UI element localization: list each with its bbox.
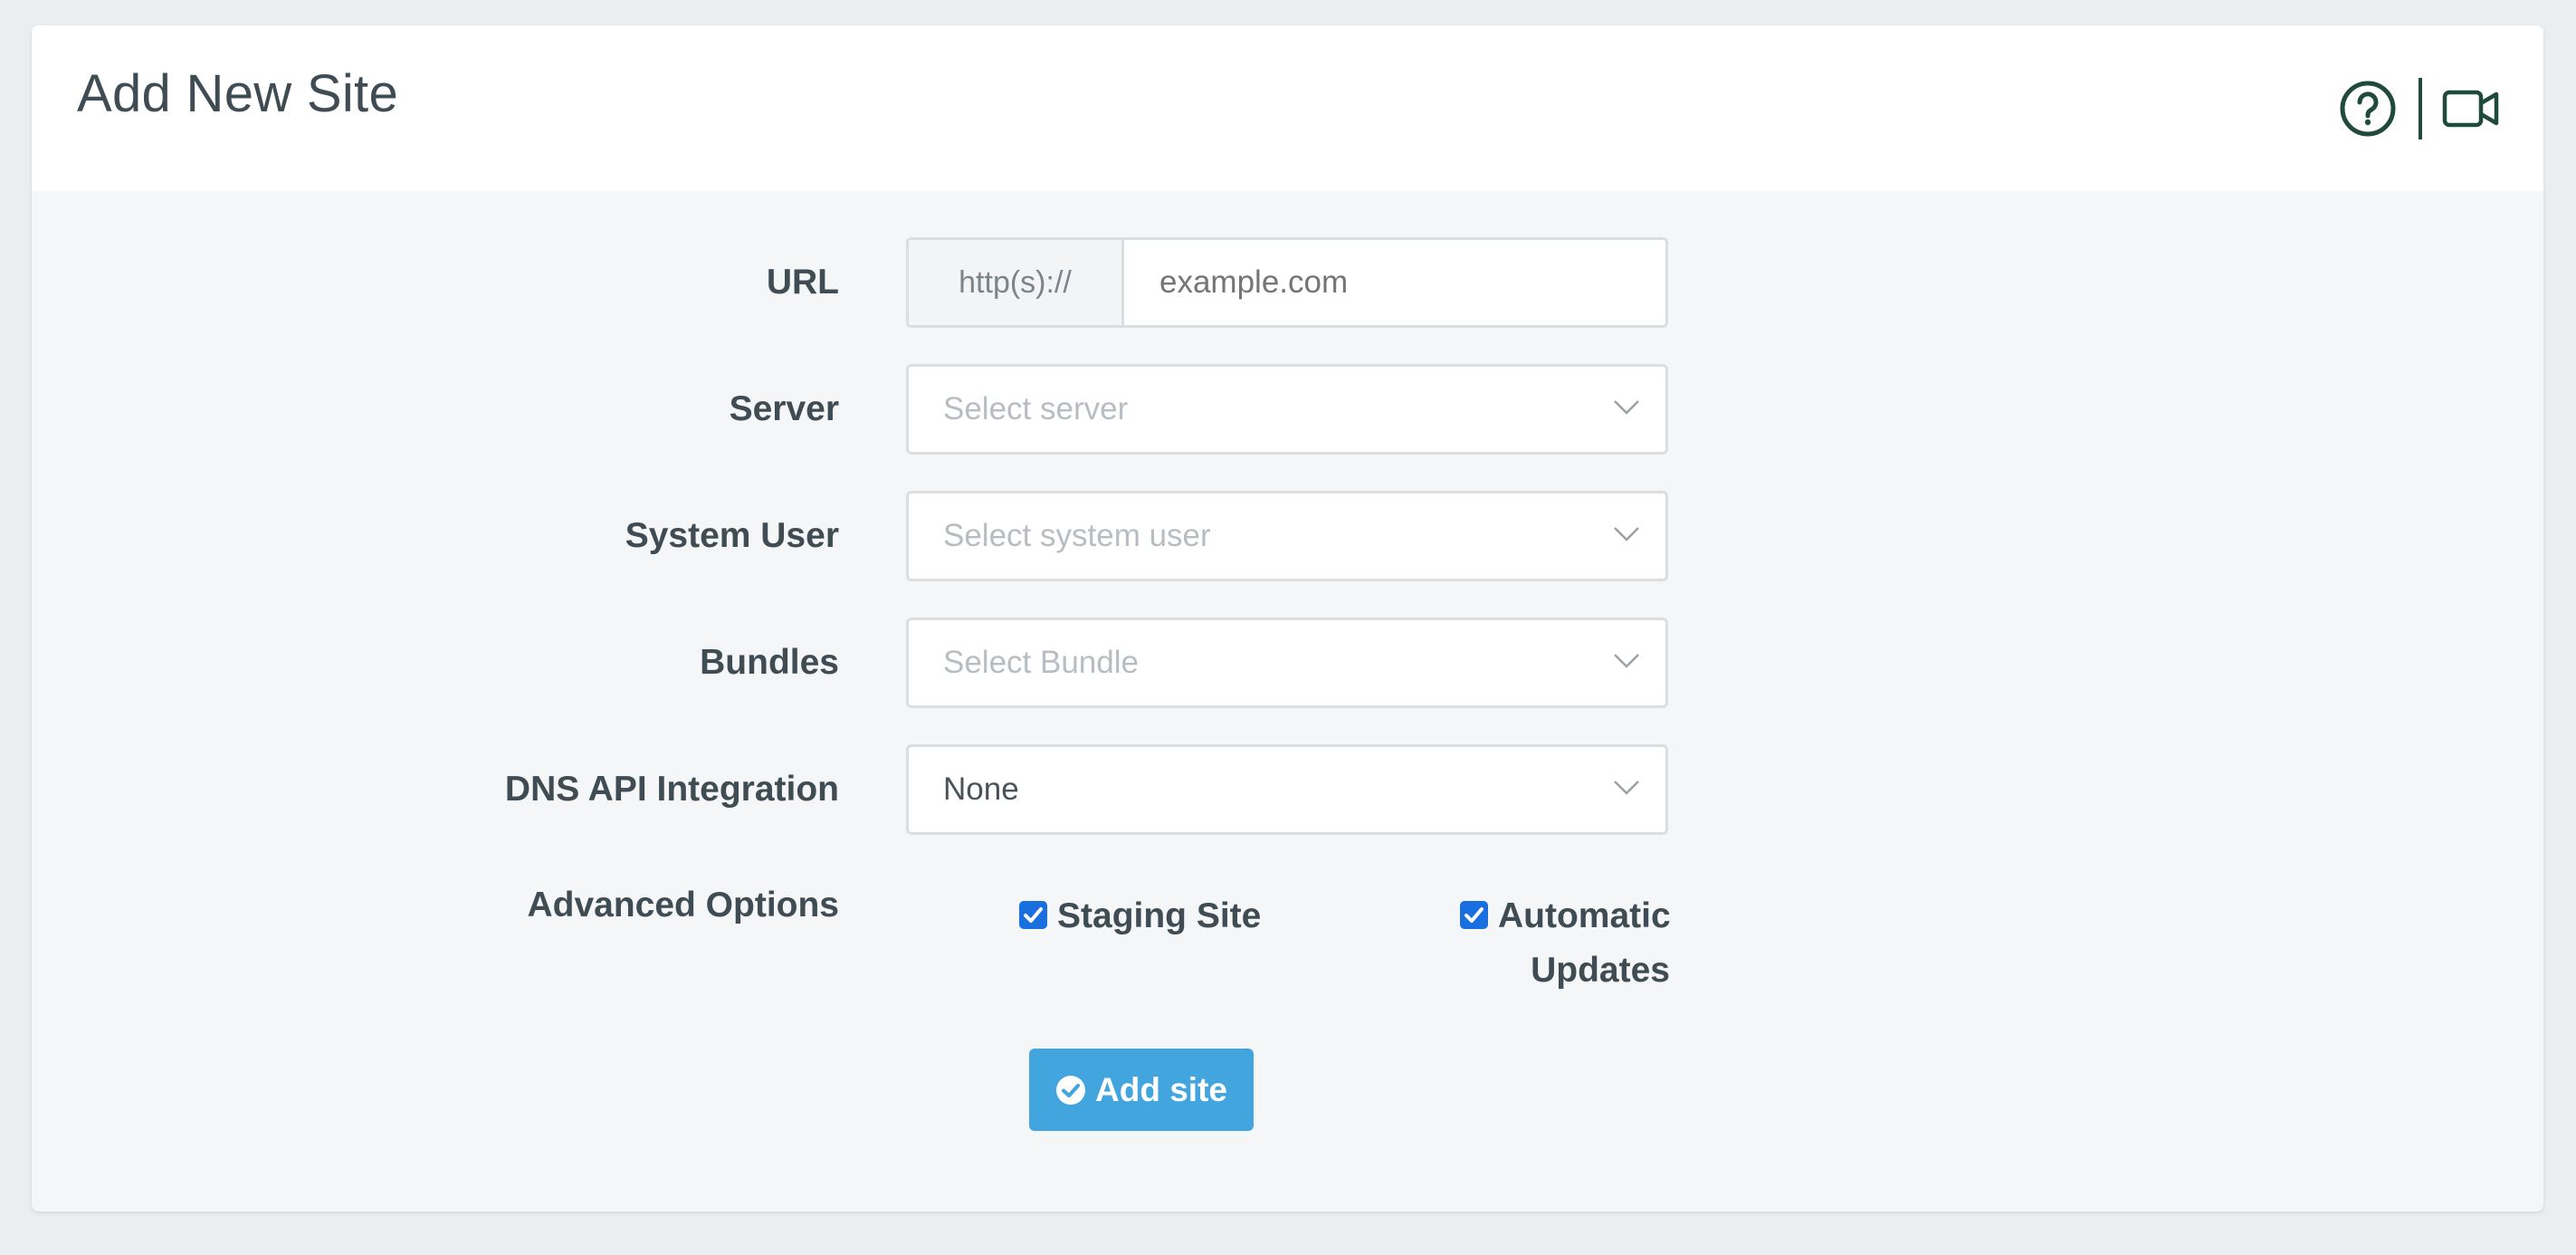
dns-label: DNS API Integration xyxy=(504,770,839,809)
advanced-options-label: Advanced Options xyxy=(527,886,839,924)
video-camera-icon[interactable] xyxy=(2442,88,2500,129)
icon-divider xyxy=(2419,78,2422,139)
server-placeholder: Select server xyxy=(943,391,1129,426)
automatic-updates-label-line2: Updates xyxy=(1531,951,1670,990)
chevron-down-icon xyxy=(1614,654,1639,668)
automatic-updates-checkbox[interactable] xyxy=(1460,901,1488,929)
system-user-placeholder: Select system user xyxy=(943,518,1211,553)
bundles-select[interactable]: Select Bundle xyxy=(906,618,1668,708)
add-site-card: Add New Site URL http(s):// Server Selec… xyxy=(32,25,2543,1212)
checkmark-icon xyxy=(1024,907,1043,923)
automatic-updates-label-line1: Automatic xyxy=(1498,896,1671,935)
server-row: Server Select server xyxy=(32,364,2543,455)
url-prefix: http(s):// xyxy=(909,240,1124,325)
dns-select[interactable]: None xyxy=(906,744,1668,835)
help-circle-icon[interactable] xyxy=(2339,80,2397,138)
system-user-select[interactable]: Select system user xyxy=(906,491,1668,581)
check-circle-icon xyxy=(1056,1075,1086,1105)
dns-value: None xyxy=(943,771,1019,807)
bundles-placeholder: Select Bundle xyxy=(943,645,1139,680)
server-select[interactable]: Select server xyxy=(906,364,1668,455)
page-title: Add New Site xyxy=(77,64,398,123)
chevron-down-icon xyxy=(1614,527,1639,541)
staging-site-label[interactable]: Staging Site xyxy=(1057,889,1261,944)
card-header: Add New Site xyxy=(32,25,2543,191)
bundles-label: Bundles xyxy=(700,643,839,682)
url-input[interactable] xyxy=(1127,240,1665,325)
dns-row: DNS API Integration None xyxy=(32,744,2543,835)
header-actions xyxy=(2339,78,2500,139)
staging-site-checkbox[interactable] xyxy=(1019,901,1047,929)
server-label: Server xyxy=(729,389,839,428)
bundles-row: Bundles Select Bundle xyxy=(32,618,2543,708)
add-site-button[interactable]: Add site xyxy=(1029,1049,1254,1131)
checkmark-icon xyxy=(1465,907,1484,923)
add-site-button-label: Add site xyxy=(1095,1070,1227,1108)
url-input-group: http(s):// xyxy=(906,237,1668,328)
url-row: URL http(s):// xyxy=(32,237,2543,328)
chevron-down-icon xyxy=(1614,781,1639,795)
chevron-down-icon xyxy=(1614,400,1639,415)
system-user-row: System User Select system user xyxy=(32,491,2543,581)
automatic-updates-label[interactable]: Automatic Updates xyxy=(1498,889,1671,998)
system-user-label: System User xyxy=(625,516,839,555)
url-label: URL xyxy=(766,263,839,302)
